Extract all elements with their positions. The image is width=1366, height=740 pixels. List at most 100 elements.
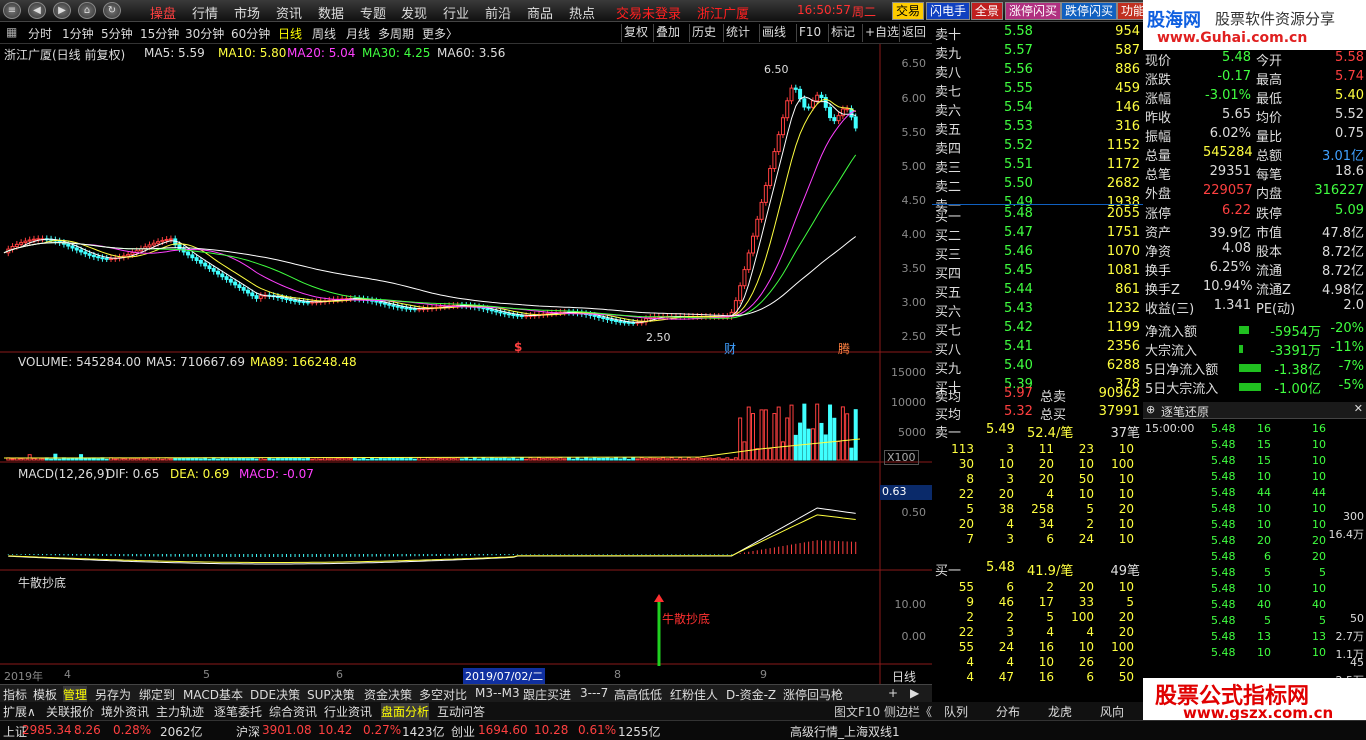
period-tab[interactable]: 多周期: [378, 25, 414, 42]
extension-tab[interactable]: 主力轨迹: [156, 703, 204, 720]
orderbook-row[interactable]: 卖五 5.53 316: [932, 119, 1143, 138]
extension-tab[interactable]: 境外资讯: [101, 703, 149, 720]
indicator-tab[interactable]: 管理: [63, 686, 88, 703]
menu-icon[interactable]: ≡: [3, 2, 21, 19]
period-tab[interactable]: 5分钟: [101, 25, 133, 42]
add-tab-button[interactable]: +: [888, 686, 898, 700]
menu-item[interactable]: 资讯: [276, 3, 302, 22]
collapse-icon[interactable]: ⊕: [1146, 403, 1155, 416]
indicator-tab[interactable]: D-资金-Z: [726, 686, 776, 703]
home-icon[interactable]: ⌂: [78, 2, 96, 19]
menu-item[interactable]: 行业: [443, 3, 469, 22]
orderbook-row[interactable]: 买六 5.43 1232: [932, 301, 1143, 320]
orderbook-row[interactable]: 卖十 5.58 954: [932, 24, 1143, 43]
indicator-tab[interactable]: SUP决策: [307, 686, 355, 703]
indicator-tab[interactable]: M3--M3: [475, 686, 520, 700]
extension-tab[interactable]: 扩展∧: [3, 703, 36, 720]
trade-button[interactable]: 交易: [892, 2, 925, 20]
menu-item[interactable]: 商品: [527, 3, 553, 22]
extension-tab[interactable]: 关联报价: [46, 703, 94, 720]
toolbar-button[interactable]: 画线: [759, 24, 788, 42]
flash-trade-button[interactable]: 闪电手: [926, 2, 971, 20]
toolbar-button[interactable]: 历史: [689, 24, 718, 42]
indicator-tab[interactable]: 指标: [3, 686, 27, 703]
toolbar-button[interactable]: F10: [796, 24, 823, 42]
period-tab[interactable]: 月线: [346, 25, 370, 42]
limit-down-buy-button[interactable]: 跌停闪买: [1061, 2, 1118, 20]
menu-item[interactable]: 行情: [192, 3, 218, 22]
indicator-tab[interactable]: 跟庄买进: [523, 686, 571, 703]
gszx-banner[interactable]: 股票公式指标网 www.gszx.com.cn: [1143, 678, 1366, 722]
orderbook-row[interactable]: 买一 5.48 2055: [932, 206, 1143, 225]
menu-item[interactable]: 前沿: [485, 3, 511, 22]
orderbook-row[interactable]: 卖八 5.56 886: [932, 62, 1143, 81]
period-tab[interactable]: 分时: [28, 25, 52, 42]
orderbook-row[interactable]: 卖四 5.52 1152: [932, 138, 1143, 157]
menu-item[interactable]: 专题: [360, 3, 386, 22]
toolbar-button[interactable]: +自选: [862, 24, 901, 42]
toolbar-button[interactable]: 返回: [899, 24, 928, 42]
extension-tab[interactable]: 逐笔委托: [214, 703, 262, 720]
menu-item[interactable]: 数据: [318, 3, 344, 22]
right-tab[interactable]: 队列: [944, 703, 968, 720]
extension-tab[interactable]: 综合资讯: [269, 703, 317, 720]
indicator-tab[interactable]: DDE决策: [250, 686, 300, 703]
close-icon[interactable]: ✕: [1354, 402, 1363, 415]
orderbook-row[interactable]: 买四 5.45 1081: [932, 263, 1143, 282]
menu-item[interactable]: 操盘: [150, 3, 176, 22]
menu-item[interactable]: 市场: [234, 3, 260, 22]
mark-dollar[interactable]: $: [514, 340, 522, 354]
indicator-tab[interactable]: 绑定到: [139, 686, 175, 703]
f10-sidebar-toggle[interactable]: 图文F10 侧边栏《: [834, 703, 932, 720]
login-status[interactable]: 交易未登录: [616, 3, 681, 22]
menu-item[interactable]: 热点: [569, 3, 595, 22]
period-tab[interactable]: 更多〉: [422, 25, 458, 42]
ticker-index[interactable]: 创业: [451, 723, 475, 740]
toolbar-button[interactable]: 标记: [828, 24, 857, 42]
xaxis-period[interactable]: 日线: [892, 668, 916, 685]
orderbook-row[interactable]: 卖七 5.55 459: [932, 81, 1143, 100]
indicator-tab[interactable]: 资金决策: [364, 686, 412, 703]
indicator-tab[interactable]: 3---7: [580, 686, 608, 700]
orderbook-row[interactable]: 卖三 5.51 1172: [932, 157, 1143, 176]
toolbar-button[interactable]: 统计: [723, 24, 752, 42]
period-tab[interactable]: 日线: [278, 25, 302, 42]
period-tab[interactable]: 周线: [312, 25, 336, 42]
extension-tab[interactable]: 行业资讯: [324, 703, 372, 720]
orderbook-row[interactable]: 卖六 5.54 146: [932, 100, 1143, 119]
orderbook-row[interactable]: 买七 5.42 1199: [932, 320, 1143, 339]
right-tab[interactable]: 分布: [996, 703, 1020, 720]
menu-item[interactable]: 发现: [401, 3, 427, 22]
right-tab[interactable]: 风向: [1100, 703, 1124, 720]
orderbook-row[interactable]: 卖二 5.50 2682: [932, 176, 1143, 195]
orderbook-row[interactable]: 买九 5.40 6288: [932, 358, 1143, 377]
panorama-button[interactable]: 全景: [971, 2, 1004, 20]
orderbook-row[interactable]: 买三 5.46 1070: [932, 244, 1143, 263]
extension-tab[interactable]: 盘面分析: [381, 703, 430, 720]
period-tab[interactable]: 1分钟: [62, 25, 94, 42]
orderbook-row[interactable]: 买二 5.47 1751: [932, 225, 1143, 244]
tab-scroll-right[interactable]: ▶: [910, 686, 919, 700]
indicator-tab[interactable]: 多空对比: [419, 686, 467, 703]
indicator-tab[interactable]: 另存为: [95, 686, 131, 703]
calendar-icon[interactable]: ▦: [6, 25, 17, 39]
kline-chart-area[interactable]: 浙江广厦(日线 前复权) MA5: 5.59 MA10: 5.80 MA20: …: [0, 44, 932, 684]
refresh-icon[interactable]: ↻: [103, 2, 121, 19]
indicator-tab[interactable]: 红粉佳人: [670, 686, 718, 703]
indicator-tab[interactable]: 涨停回马枪: [783, 686, 843, 703]
period-tab[interactable]: 30分钟: [185, 25, 224, 42]
toolbar-button[interactable]: 叠加: [653, 24, 682, 42]
period-tab[interactable]: 15分钟: [140, 25, 179, 42]
mark-tencent[interactable]: 腾: [838, 340, 850, 357]
forward-icon[interactable]: ▶: [53, 2, 71, 19]
indicator-tab[interactable]: 高高低低: [614, 686, 662, 703]
orderbook-row[interactable]: 买八 5.41 2356: [932, 339, 1143, 358]
extension-tab[interactable]: 互动问答: [437, 703, 485, 720]
orderbook-row[interactable]: 买五 5.44 861: [932, 282, 1143, 301]
back-icon[interactable]: ◀: [28, 2, 46, 19]
ticker-index[interactable]: 沪深: [236, 723, 260, 740]
toolbar-button[interactable]: 复权: [621, 24, 650, 42]
indicator-tab[interactable]: MACD基本: [183, 686, 243, 703]
orderbook-row[interactable]: 卖九 5.57 587: [932, 43, 1143, 62]
limit-up-buy-button[interactable]: 涨停闪买: [1005, 2, 1062, 20]
